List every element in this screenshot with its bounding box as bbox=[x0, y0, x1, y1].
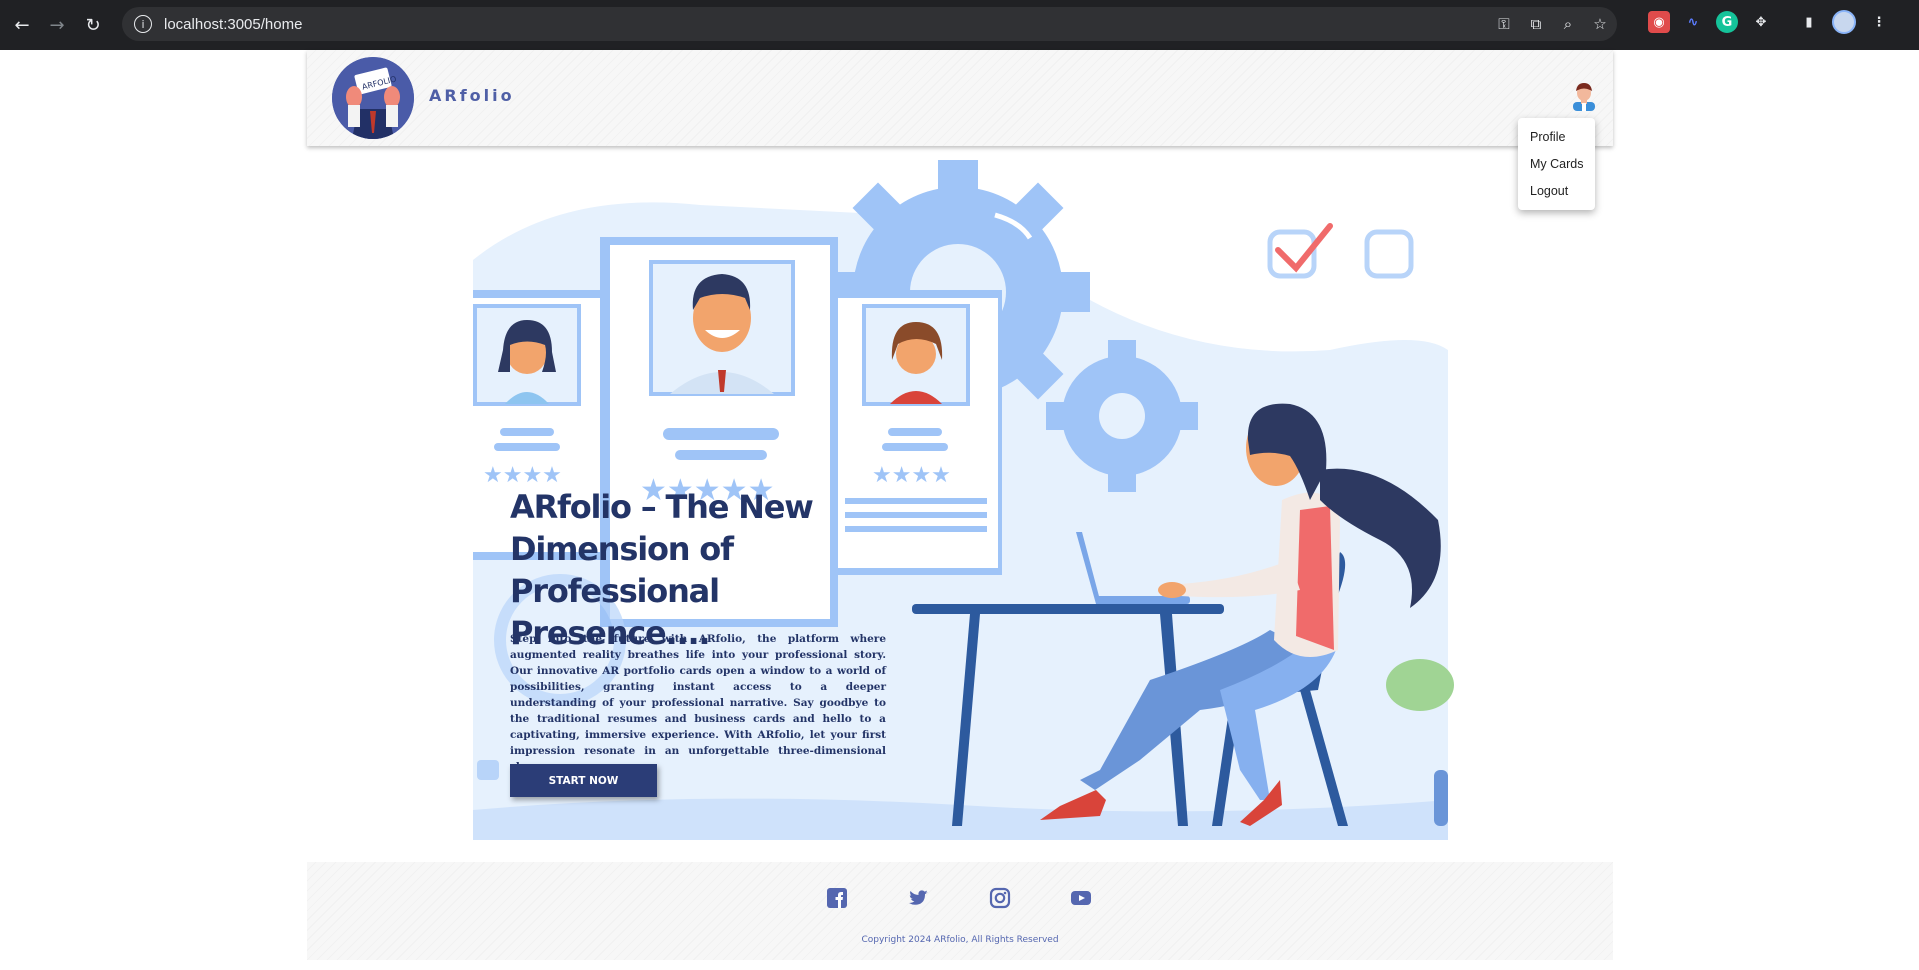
instagram-icon[interactable] bbox=[989, 887, 1011, 909]
site-footer: Copyright 2024 ARfolio, All Rights Reser… bbox=[307, 862, 1613, 960]
hero-section: ARfolio – The New Dimension of Professio… bbox=[0, 0, 1919, 860]
youtube-icon[interactable] bbox=[1070, 887, 1092, 909]
twitter-icon[interactable] bbox=[907, 887, 929, 909]
start-now-button[interactable]: START NOW bbox=[510, 764, 657, 797]
hero-title: ARfolio – The New Dimension of Professio… bbox=[510, 488, 814, 652]
copyright-text: Copyright 2024 ARfolio, All Rights Reser… bbox=[861, 935, 1059, 945]
hero-description: Step into the future with ARfolio, the p… bbox=[510, 633, 886, 773]
facebook-icon[interactable] bbox=[826, 887, 848, 909]
